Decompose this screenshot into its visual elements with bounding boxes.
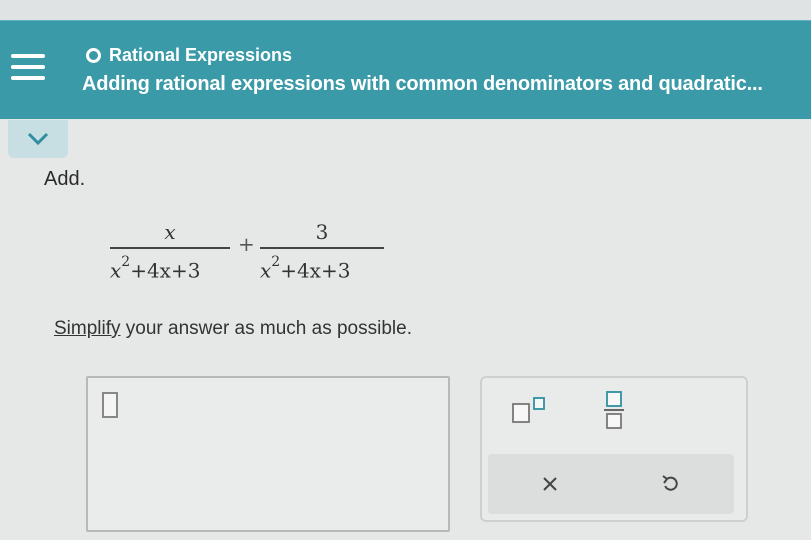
simplify-instruction: Simplify your answer as much as possible… xyxy=(54,318,412,339)
menu-icon-line xyxy=(11,54,45,58)
numerator-1: x xyxy=(164,220,176,244)
answer-input[interactable] xyxy=(86,376,450,532)
menu-icon-line xyxy=(11,76,45,80)
simplify-link[interactable]: Simplify xyxy=(54,318,121,339)
fraction-bar xyxy=(110,247,230,249)
menu-icon-line xyxy=(11,65,45,69)
action-bar xyxy=(488,454,734,514)
numerator-2: 3 xyxy=(315,220,329,244)
undo-icon xyxy=(662,475,678,491)
fraction-bar xyxy=(260,247,384,249)
denominator-2: x2+4x+3 xyxy=(260,254,351,283)
fraction-icon xyxy=(604,391,624,429)
problem-area: Add. x x2+4x+3 + 3 x2+4x+3 Simplify your… xyxy=(0,118,811,540)
math-toolbar xyxy=(480,376,748,522)
instruction-text: Add. xyxy=(44,168,86,190)
fraction-button[interactable] xyxy=(594,386,634,434)
plus-operator: + xyxy=(238,232,255,256)
progress-ring-icon xyxy=(86,48,101,63)
top-strip xyxy=(0,0,811,20)
undo-button[interactable] xyxy=(652,464,688,504)
topic-label: Rational Expressions xyxy=(109,45,293,65)
input-cursor-icon xyxy=(102,392,118,418)
header-bar: Rational Expressions Adding rational exp… xyxy=(0,20,811,119)
clear-button[interactable] xyxy=(532,464,568,504)
clear-icon xyxy=(543,477,557,491)
denominator-1: x2+4x+3 xyxy=(110,254,201,283)
superscript-icon xyxy=(512,397,545,423)
topic-title[interactable]: Rational Expressions xyxy=(86,45,292,66)
menu-button[interactable] xyxy=(4,41,52,93)
superscript-button[interactable] xyxy=(508,390,552,430)
lesson-title: Adding rational expressions with common … xyxy=(82,73,763,95)
